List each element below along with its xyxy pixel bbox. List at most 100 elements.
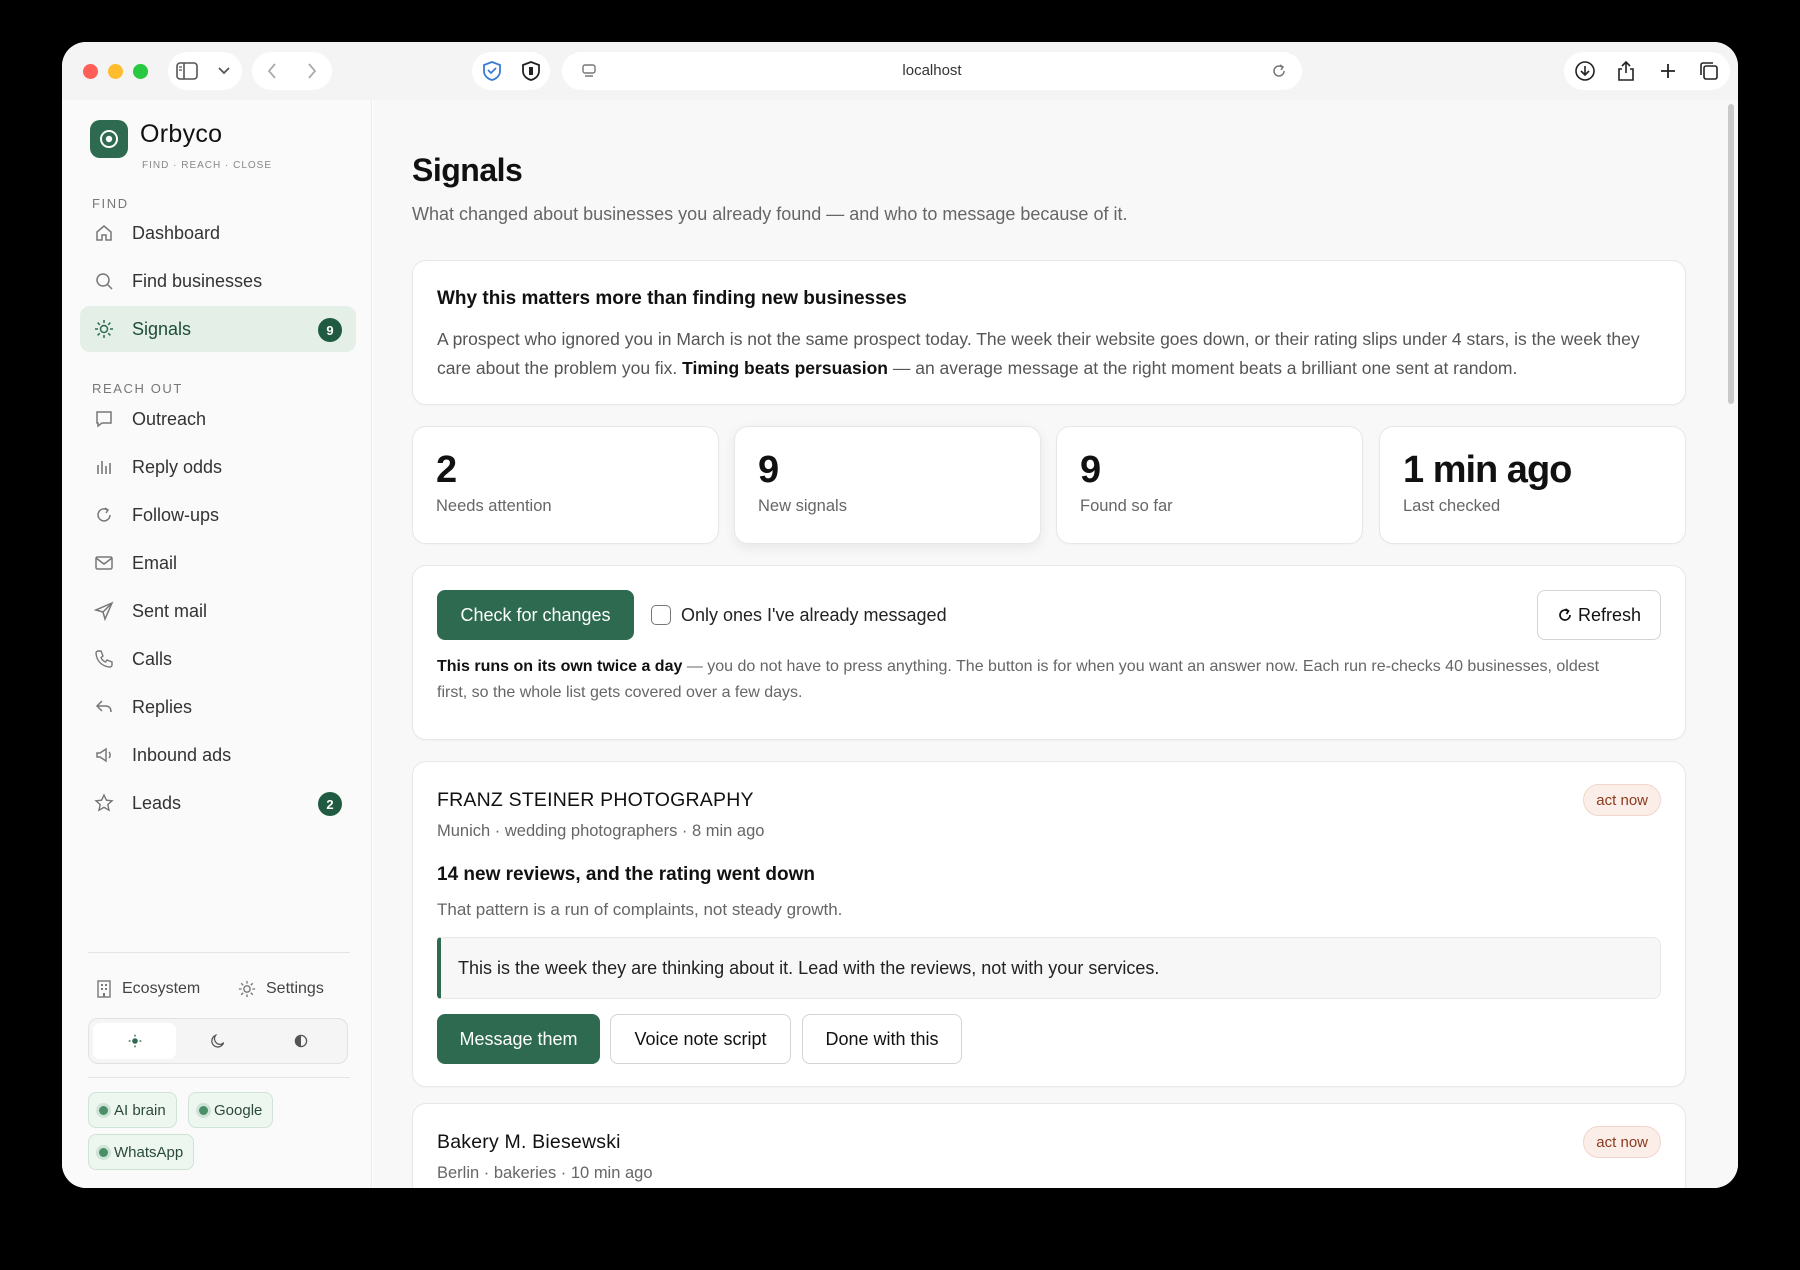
building-icon	[96, 980, 112, 998]
sidebar: Orbyco FIND · REACH · CLOSE FIND Dashboa…	[62, 100, 372, 1188]
stat-card-found-so-far: 9 Found so far	[1056, 426, 1363, 544]
stat-label: Found so far	[1080, 497, 1173, 515]
sidebar-divider	[88, 1077, 350, 1078]
zoom-window-button[interactable]	[133, 64, 148, 79]
leads-count-badge: 2	[318, 792, 342, 816]
sidebar-item-signals[interactable]: Signals 9	[80, 306, 356, 352]
sidebar-item-dashboard[interactable]: Dashboard	[80, 210, 356, 256]
check-for-changes-button[interactable]: Check for changes	[437, 590, 634, 640]
signal-headline: 14 new reviews, and the rating went down	[437, 864, 815, 885]
sidebar-item-replies[interactable]: Replies	[80, 684, 356, 730]
only-messaged-checkbox[interactable]	[651, 605, 671, 625]
privacy-shield-icon[interactable]	[477, 56, 507, 86]
chat-icon	[94, 409, 114, 429]
why-title: Why this matters more than finding new b…	[437, 288, 907, 309]
refresh-button[interactable]: Refresh	[1537, 590, 1661, 640]
page-subtitle: What changed about businesses you alread…	[412, 204, 1128, 224]
why-body-text: — an average message at the right moment…	[887, 358, 1518, 378]
stat-value: 9	[1080, 449, 1101, 491]
refresh-label: Refresh	[1577, 604, 1642, 625]
stat-label: New signals	[758, 497, 847, 515]
search-icon	[94, 271, 114, 291]
light-theme-button[interactable]	[93, 1023, 177, 1059]
moon-icon	[211, 1033, 225, 1048]
share-icon[interactable]	[1611, 56, 1641, 86]
gear-icon	[238, 980, 256, 998]
bar-chart-icon	[94, 457, 114, 477]
sidebar-item-reply-odds[interactable]: Reply odds	[80, 444, 356, 490]
send-icon	[94, 601, 114, 621]
download-icon[interactable]	[1570, 56, 1600, 86]
sidebar-item-label: Outreach	[132, 408, 207, 429]
forward-arrow-icon[interactable]	[297, 56, 327, 86]
chip-label: WhatsApp	[114, 1143, 184, 1161]
sidebar-item-sent-mail[interactable]: Sent mail	[80, 588, 356, 634]
reload-icon[interactable]	[1264, 56, 1294, 86]
close-window-button[interactable]	[83, 64, 98, 79]
status-dot	[99, 1147, 108, 1157]
sidebar-item-label: Leads	[132, 792, 182, 813]
star-icon	[94, 793, 114, 813]
browser-window: localhost Orbyco FIND · REACH · CLOSE FI…	[62, 42, 1738, 1188]
refresh-icon	[1559, 608, 1571, 621]
priority-badge: act now	[1583, 1126, 1661, 1158]
voice-note-script-button[interactable]: Voice note script	[610, 1014, 791, 1064]
shield-icon[interactable]	[516, 56, 546, 86]
contrast-theme-button[interactable]	[260, 1023, 343, 1059]
sidebar-item-leads[interactable]: Leads 2	[80, 780, 356, 826]
back-arrow-icon[interactable]	[257, 56, 287, 86]
sidebar-item-label: Reply odds	[132, 456, 223, 477]
controls-card: Check for changes Only ones I've already…	[412, 565, 1686, 740]
history-nav	[252, 52, 332, 90]
brand-name[interactable]: Orbyco	[140, 120, 222, 149]
stat-card-new-signals[interactable]: 9 New signals	[734, 426, 1041, 544]
url-text[interactable]: localhost	[562, 52, 1302, 90]
business-name[interactable]: Bakery M. Biesewski	[437, 1131, 621, 1154]
sidebar-item-calls[interactable]: Calls	[80, 636, 356, 682]
settings-link[interactable]: Settings	[238, 980, 324, 998]
business-name[interactable]: FRANZ STEINER PHOTOGRAPHY	[437, 789, 754, 812]
sidebar-item-label: Signals	[132, 318, 192, 339]
sidebar-item-label: Inbound ads	[132, 744, 232, 765]
status-dot	[199, 1105, 208, 1115]
status-dot	[99, 1105, 108, 1115]
main-content: Signals What changed about businesses yo…	[373, 100, 1738, 1188]
chevron-down-icon[interactable]	[209, 56, 239, 86]
done-with-this-button[interactable]: Done with this	[802, 1014, 962, 1064]
sidebar-divider	[88, 952, 350, 953]
sidebar-item-follow-ups[interactable]: Follow-ups	[80, 492, 356, 538]
refresh-icon	[94, 505, 114, 525]
stat-label: Last checked	[1403, 497, 1501, 515]
ecosystem-link[interactable]: Ecosystem	[96, 980, 200, 998]
signals-count-badge: 9	[318, 318, 342, 342]
only-messaged-label[interactable]: Only ones I've already messaged	[681, 605, 947, 626]
sidebar-item-inbound-ads[interactable]: Inbound ads	[80, 732, 356, 778]
sidebar-item-email[interactable]: Email	[80, 540, 356, 586]
minimize-window-button[interactable]	[108, 64, 123, 79]
browser-actions	[1564, 52, 1730, 90]
sidebar-item-find-businesses[interactable]: Find businesses	[80, 258, 356, 304]
home-icon	[94, 223, 114, 243]
sidebar-item-outreach[interactable]: Outreach	[80, 396, 356, 442]
theme-switcher	[88, 1018, 348, 1064]
megaphone-icon	[94, 745, 114, 765]
signal-card: FRANZ STEINER PHOTOGRAPHY act now Munich…	[412, 761, 1686, 1087]
priority-badge: act now	[1583, 784, 1661, 816]
sidebar-toggle-group[interactable]	[168, 52, 242, 90]
sidebar-toggle-icon[interactable]	[172, 56, 202, 86]
stat-label: Needs attention	[436, 497, 552, 515]
status-chip-google: Google	[188, 1092, 274, 1128]
message-them-button[interactable]: Message them	[437, 1014, 600, 1064]
sidebar-item-label: Follow-ups	[132, 504, 220, 525]
scrollbar[interactable]	[1728, 104, 1734, 404]
schedule-note-emphasis: This runs on its own twice a day	[437, 658, 683, 675]
logo-icon[interactable]	[90, 120, 128, 158]
status-chip-whatsapp: WhatsApp	[88, 1134, 195, 1170]
dark-theme-button[interactable]	[176, 1023, 259, 1059]
chip-label: AI brain	[114, 1101, 166, 1119]
new-tab-plus-icon[interactable]	[1653, 56, 1683, 86]
address-bar[interactable]: localhost	[562, 52, 1302, 90]
why-card: Why this matters more than finding new b…	[412, 260, 1686, 405]
tabs-overview-icon[interactable]	[1694, 56, 1724, 86]
stat-value: 9	[758, 449, 779, 491]
